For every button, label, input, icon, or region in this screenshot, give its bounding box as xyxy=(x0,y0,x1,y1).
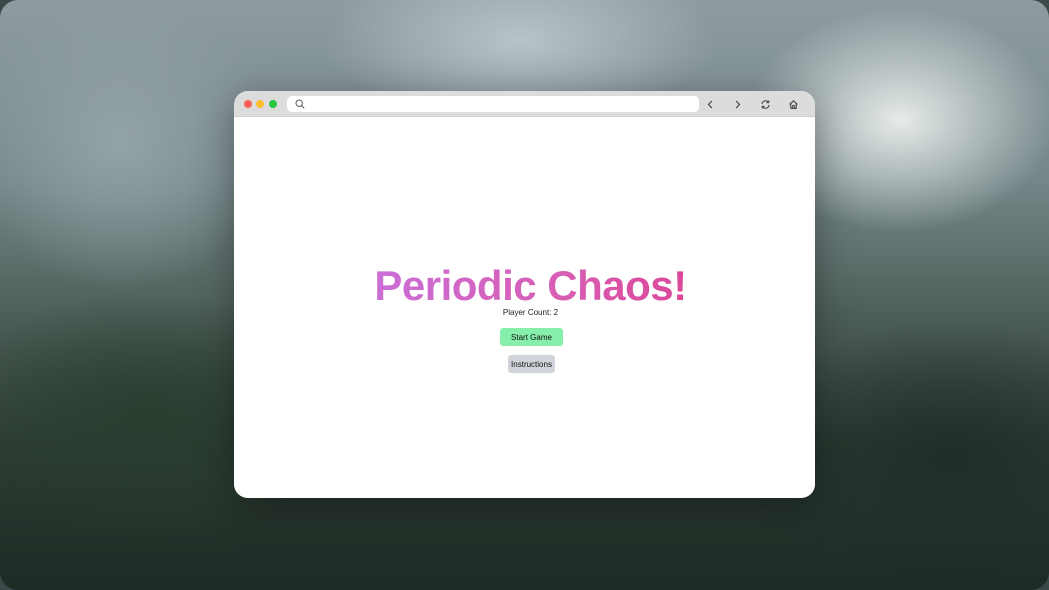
forward-button[interactable] xyxy=(729,96,745,112)
reload-icon xyxy=(760,99,770,109)
home-icon xyxy=(788,99,798,109)
back-button[interactable] xyxy=(702,96,718,112)
instructions-button[interactable]: Instructions xyxy=(508,355,555,373)
home-button[interactable] xyxy=(785,96,801,112)
search-icon xyxy=(295,99,305,109)
minimize-window-button[interactable] xyxy=(256,100,264,108)
chevron-left-icon xyxy=(707,100,712,108)
address-bar[interactable] xyxy=(287,96,699,112)
browser-window: Periodic Chaos! Player Count: 2 Start Ga… xyxy=(234,91,815,498)
maximize-window-button[interactable] xyxy=(269,100,277,108)
player-count-label: Player Count: 2 xyxy=(502,308,559,317)
browser-toolbar xyxy=(234,91,815,117)
start-game-button[interactable]: Start Game xyxy=(500,328,563,346)
close-window-button[interactable] xyxy=(244,100,252,108)
page-content: Periodic Chaos! Player Count: 2 Start Ga… xyxy=(234,117,815,498)
reload-button[interactable] xyxy=(757,96,773,112)
game-title: Periodic Chaos! xyxy=(234,262,815,310)
chevron-right-icon xyxy=(735,100,740,108)
